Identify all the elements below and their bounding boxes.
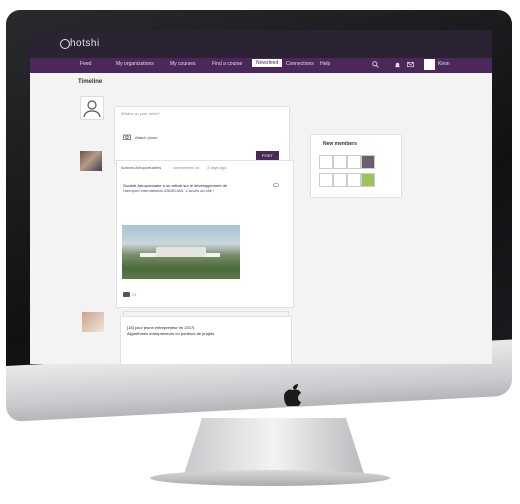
imac-frame: hotshi Feed My organizations My courses … xyxy=(0,0,520,504)
member-avatar[interactable] xyxy=(319,173,333,187)
camera-icon[interactable] xyxy=(123,134,131,140)
nav-item-help[interactable]: Help xyxy=(320,61,330,67)
user-avatar xyxy=(80,96,104,120)
profile-name[interactable]: Kiron xyxy=(438,61,450,67)
apple-logo xyxy=(284,384,301,406)
page-title: Timeline xyxy=(78,79,103,85)
monitor-stand-base xyxy=(150,470,390,486)
post2-text-line-2: Algorithmes entrepreneurs ou porteurs de… xyxy=(127,331,215,336)
monitor-stand xyxy=(184,418,364,474)
brand-name[interactable]: hotshi xyxy=(70,38,100,49)
post-time: 3 days ago xyxy=(207,165,227,170)
author-avatar-2[interactable] xyxy=(82,312,104,332)
top-bar: hotshi xyxy=(30,30,492,58)
nav-item-organizations[interactable]: My organizations xyxy=(116,61,154,67)
member-avatar[interactable] xyxy=(361,173,375,187)
post-button[interactable]: POST xyxy=(256,151,279,160)
post-text-line-2[interactable]: l'aéroport international d'ABIDJAN. L'ac… xyxy=(123,188,214,193)
post-meta: commented on xyxy=(173,165,200,170)
user-icon xyxy=(83,100,101,118)
post-image[interactable] xyxy=(122,225,240,279)
member-avatar[interactable] xyxy=(347,173,361,187)
mail-icon[interactable] xyxy=(407,61,414,68)
bell-icon[interactable] xyxy=(394,61,401,68)
member-avatar[interactable] xyxy=(333,173,347,187)
post-card-2: [18] pour jeune entrepreneur en 2017] Al… xyxy=(120,316,292,364)
post-author[interactable]: Actions Aéroportuaires xyxy=(121,165,161,170)
author-avatar[interactable] xyxy=(80,151,102,171)
new-members-title: New members xyxy=(323,141,357,147)
like-icon[interactable] xyxy=(123,292,130,297)
like-count: 21 xyxy=(132,292,137,297)
nav-item-newsfeed[interactable]: Newsfeed xyxy=(252,59,283,67)
main-nav: Feed My organizations My courses Find a … xyxy=(30,58,492,73)
new-members-card: New members xyxy=(310,134,402,198)
member-avatar[interactable] xyxy=(319,155,333,169)
attach-photo-button[interactable]: Attach photo xyxy=(135,135,157,140)
nav-item-connections[interactable]: Connections xyxy=(286,61,314,67)
member-avatar[interactable] xyxy=(347,155,361,169)
search-icon[interactable] xyxy=(372,61,379,68)
nav-item-courses[interactable]: My courses xyxy=(170,61,196,67)
composer-input[interactable]: What's on your mind? xyxy=(121,111,160,116)
post2-text-line-1: [18] pour jeune entrepreneur en 2017] xyxy=(127,325,195,330)
nav-item-feed[interactable]: Feed xyxy=(80,61,91,67)
brand-logo-icon xyxy=(60,39,70,49)
eye-icon xyxy=(273,183,279,187)
composer-card: What's on your mind? Attach photo POST xyxy=(114,106,290,164)
member-avatar[interactable] xyxy=(361,155,375,169)
nav-item-find-course[interactable]: Find a course xyxy=(212,61,242,67)
member-avatar[interactable] xyxy=(333,155,347,169)
profile-avatar[interactable] xyxy=(424,59,435,70)
screen: hotshi Feed My organizations My courses … xyxy=(30,30,492,364)
